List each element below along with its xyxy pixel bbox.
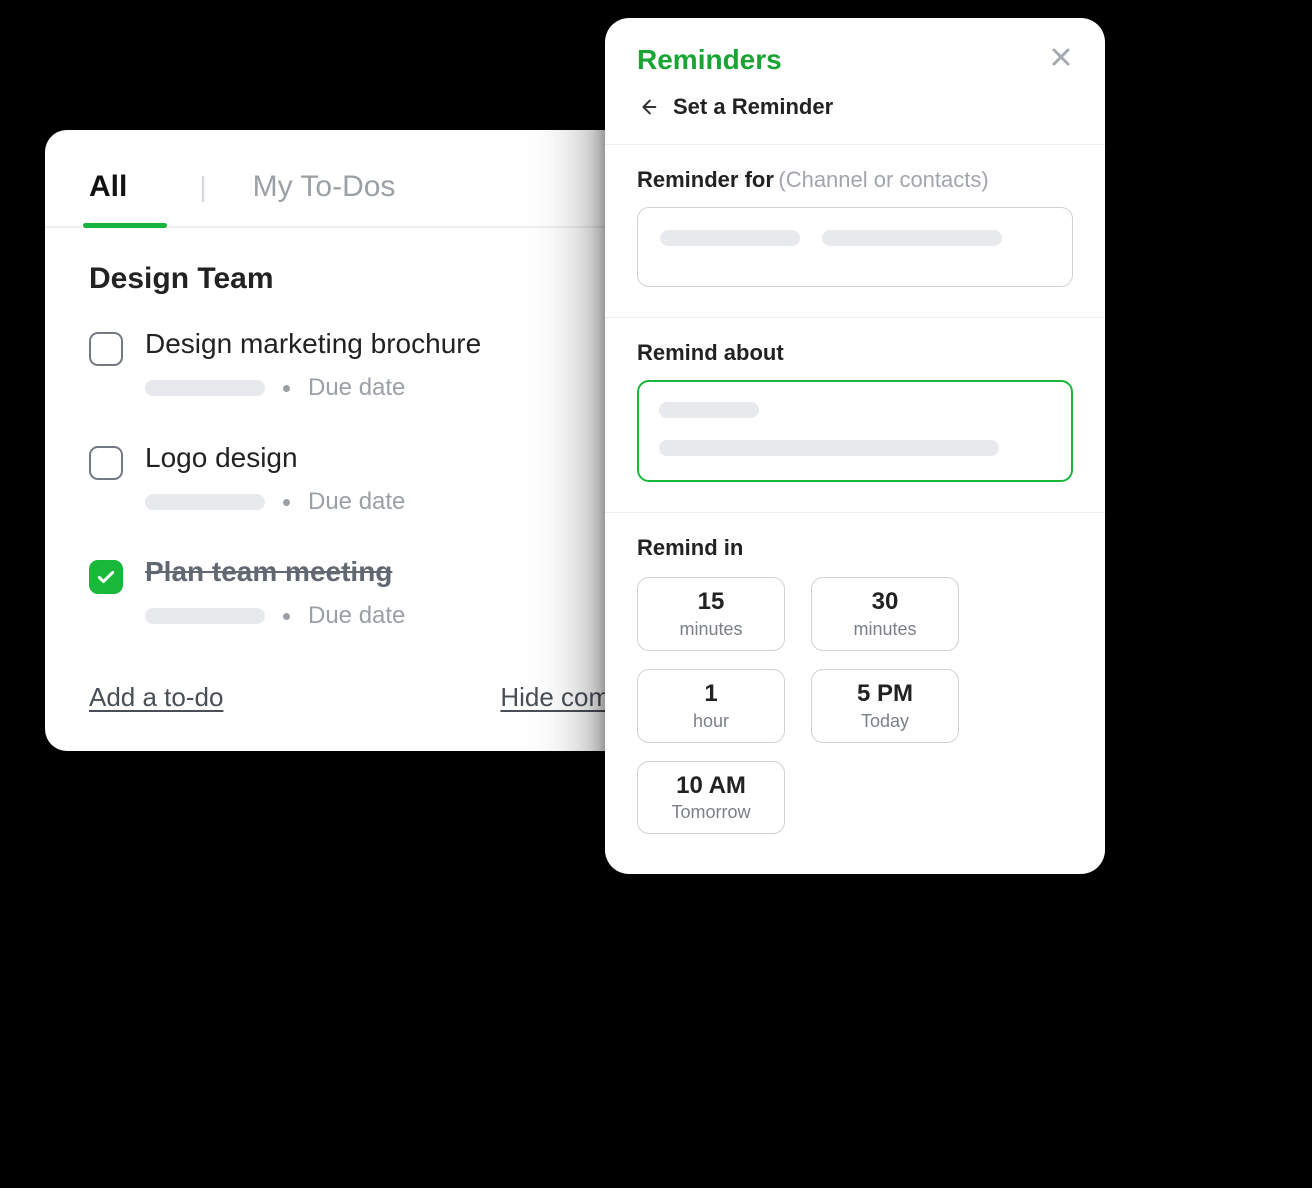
bullet-icon <box>283 613 290 620</box>
add-todo-button[interactable]: Add a to-do <box>89 682 223 713</box>
meta-placeholder <box>145 608 265 624</box>
todo-meta: Due date <box>145 602 405 630</box>
option-unit: Tomorrow <box>642 802 780 823</box>
todo-checkbox[interactable] <box>89 332 123 366</box>
input-placeholder-chip <box>659 402 759 418</box>
todo-due-label: Due date <box>308 488 405 516</box>
bullet-icon <box>283 385 290 392</box>
option-value: 5 PM <box>816 680 954 709</box>
remind-in-label: Remind in <box>637 535 743 560</box>
todo-item: Design marketing brochure Due date <box>89 314 681 428</box>
todo-body: Logo design Due date <box>145 442 405 516</box>
option-value: 30 <box>816 588 954 617</box>
reminder-panel: Reminders Set a Reminder Reminder for (C… <box>605 18 1105 874</box>
todo-checkbox[interactable] <box>89 446 123 480</box>
input-placeholder-chip <box>660 230 800 246</box>
check-icon <box>96 567 116 587</box>
todo-body: Plan team meeting Due date <box>145 556 405 630</box>
option-unit: hour <box>642 711 780 732</box>
reminder-for-section: Reminder for (Channel or contacts) <box>605 145 1105 318</box>
option-value: 10 AM <box>642 772 780 801</box>
todo-due-label: Due date <box>308 374 405 402</box>
meta-placeholder <box>145 494 265 510</box>
remind-in-section: Remind in 15 minutes 30 minutes 1 hour 5… <box>605 513 1105 874</box>
todo-title-completed[interactable]: Plan team meeting <box>145 556 405 588</box>
remind-about-section: Remind about <box>605 318 1105 513</box>
todo-title[interactable]: Logo design <box>145 442 405 474</box>
back-arrow-icon[interactable] <box>637 96 659 118</box>
remind-in-options: 15 minutes 30 minutes 1 hour 5 PM Today … <box>637 577 1073 834</box>
todo-body: Design marketing brochure Due date <box>145 328 481 402</box>
close-icon[interactable] <box>1049 45 1073 75</box>
tab-separator: | <box>199 171 206 203</box>
todo-checkbox-checked[interactable] <box>89 560 123 594</box>
option-unit: minutes <box>816 619 954 640</box>
reminder-for-label: Reminder for <box>637 167 774 192</box>
remind-about-label: Remind about <box>637 340 784 365</box>
todo-due-label: Due date <box>308 602 405 630</box>
remind-about-input[interactable] <box>637 380 1073 482</box>
remind-option-15-minutes[interactable]: 15 minutes <box>637 577 785 651</box>
reminder-header: Reminders <box>605 18 1105 88</box>
option-unit: minutes <box>642 619 780 640</box>
remind-option-5pm-today[interactable]: 5 PM Today <box>811 669 959 743</box>
remind-option-1-hour[interactable]: 1 hour <box>637 669 785 743</box>
remind-option-30-minutes[interactable]: 30 minutes <box>811 577 959 651</box>
reminder-for-input[interactable] <box>637 207 1073 287</box>
option-value: 15 <box>642 588 780 617</box>
option-unit: Today <box>816 711 954 732</box>
option-value: 1 <box>642 680 780 709</box>
remind-option-10am-tomorrow[interactable]: 10 AM Tomorrow <box>637 761 785 835</box>
todo-meta: Due date <box>145 488 405 516</box>
reminder-for-hint: (Channel or contacts) <box>778 167 988 192</box>
reminder-subheader: Set a Reminder <box>605 88 1105 145</box>
tab-all[interactable]: All <box>89 166 127 226</box>
input-placeholder-chip <box>659 440 999 456</box>
input-placeholder-chip <box>822 230 1002 246</box>
todo-item: Plan team meeting Due date <box>89 542 681 656</box>
todo-meta: Due date <box>145 374 481 402</box>
tab-my-todos[interactable]: My To-Dos <box>253 166 396 226</box>
bullet-icon <box>283 499 290 506</box>
reminder-title: Reminders <box>637 44 782 76</box>
todo-item: Logo design Due date <box>89 428 681 542</box>
reminder-subtitle: Set a Reminder <box>673 94 833 120</box>
meta-placeholder <box>145 380 265 396</box>
todo-title[interactable]: Design marketing brochure <box>145 328 481 360</box>
